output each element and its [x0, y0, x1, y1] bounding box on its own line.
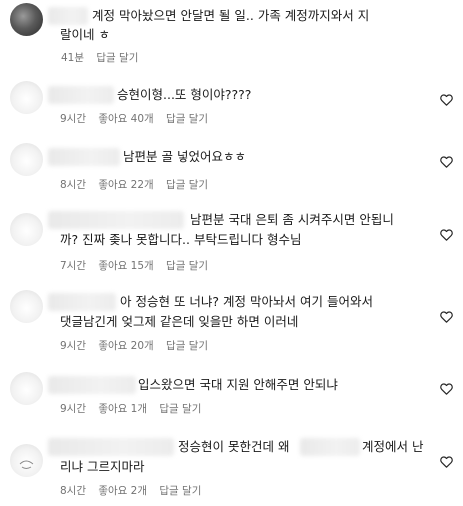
- reply-button[interactable]: 답글 달기: [96, 50, 138, 65]
- reply-button[interactable]: 답글 달기: [166, 111, 208, 126]
- likes-count[interactable]: 좋아요 22개: [98, 177, 153, 192]
- redacted-username: [48, 148, 120, 166]
- comment-text: 댓글남긴게 엊그제 같은데 잊을만 하면 이러네: [60, 314, 299, 329]
- reply-button[interactable]: 답글 달기: [159, 483, 201, 498]
- redacted-username: [48, 86, 114, 104]
- avatar[interactable]: [10, 290, 43, 323]
- redacted-username: [48, 376, 136, 394]
- avatar[interactable]: [10, 81, 43, 114]
- like-icon[interactable]: [440, 156, 453, 168]
- likes-count[interactable]: 좋아요 20개: [98, 338, 153, 353]
- reply-button[interactable]: 답글 달기: [166, 177, 208, 192]
- avatar-sketch-icon: [19, 460, 34, 469]
- comment-meta: 7시간 좋아요 15개 답글 달기: [60, 258, 217, 273]
- redacted-username: [48, 293, 116, 311]
- comment-time: 8시간: [60, 485, 87, 497]
- like-icon[interactable]: [440, 383, 453, 395]
- reply-button[interactable]: 답글 달기: [159, 401, 201, 416]
- comment-text: 남편분 골 넣었어요ㅎㅎ: [123, 149, 246, 164]
- redacted-username: [48, 438, 174, 456]
- comment-meta: 41분 답글 달기: [61, 50, 147, 65]
- redacted-username: [48, 211, 184, 229]
- comment-text: 계정에서 난: [362, 439, 424, 454]
- comment-meta: 9시간 좋아요 1개 답글 달기: [60, 401, 210, 416]
- comment-meta: 9시간 좋아요 20개 답글 달기: [60, 338, 217, 353]
- comment-time: 9시간: [60, 340, 87, 352]
- comment-text: 정승현이 못한건데 왜: [178, 439, 290, 454]
- comment-text: 랄이네 ㅎ: [60, 27, 110, 42]
- like-icon[interactable]: [440, 456, 453, 468]
- comment-time: 9시간: [60, 403, 87, 415]
- like-icon[interactable]: [440, 229, 453, 241]
- comment-meta: 9시간 좋아요 40개 답글 달기: [60, 111, 217, 126]
- comment-text: 까? 진짜 좆나 못합니다.. 부탁드립니다 형수님: [60, 232, 302, 247]
- likes-count[interactable]: 좋아요 40개: [98, 111, 153, 126]
- comment-meta: 8시간 좋아요 22개 답글 달기: [60, 177, 217, 192]
- comment-time: 7시간: [60, 260, 87, 272]
- comment-text: 아 정승현 또 너냐? 계정 막아놔서 여기 들어와서: [120, 294, 373, 309]
- like-icon[interactable]: [440, 311, 453, 323]
- comment-time: 9시간: [60, 113, 87, 125]
- comment-text: 리냐 그르지마라: [60, 459, 145, 474]
- avatar[interactable]: [10, 372, 43, 405]
- comment-text: 승현이형...또 형이야????: [117, 87, 252, 102]
- redacted-username: [48, 7, 88, 25]
- comment-text: 입스왔으면 국대 지원 안해주면 안되냐: [138, 377, 338, 392]
- reply-button[interactable]: 답글 달기: [166, 258, 208, 273]
- avatar[interactable]: [10, 213, 43, 246]
- comment-time: 8시간: [60, 179, 87, 191]
- comment-text: 남편분 국대 은퇴 좀 시켜주시면 안됩니: [190, 212, 394, 227]
- likes-count[interactable]: 좋아요 1개: [98, 401, 147, 416]
- like-icon[interactable]: [440, 94, 453, 106]
- avatar[interactable]: [10, 3, 43, 36]
- likes-count[interactable]: 좋아요 15개: [98, 258, 153, 273]
- avatar[interactable]: [10, 143, 43, 176]
- comment-time: 41분: [61, 52, 85, 64]
- comment-text: 계정 막아놨으면 안달면 될 일.. 가족 계정까지와서 지: [92, 8, 370, 23]
- comment-meta: 8시간 좋아요 2개 답글 달기: [60, 483, 210, 498]
- likes-count[interactable]: 좋아요 2개: [98, 483, 147, 498]
- avatar[interactable]: [10, 444, 43, 477]
- reply-button[interactable]: 답글 달기: [166, 338, 208, 353]
- redacted-text: [300, 438, 360, 456]
